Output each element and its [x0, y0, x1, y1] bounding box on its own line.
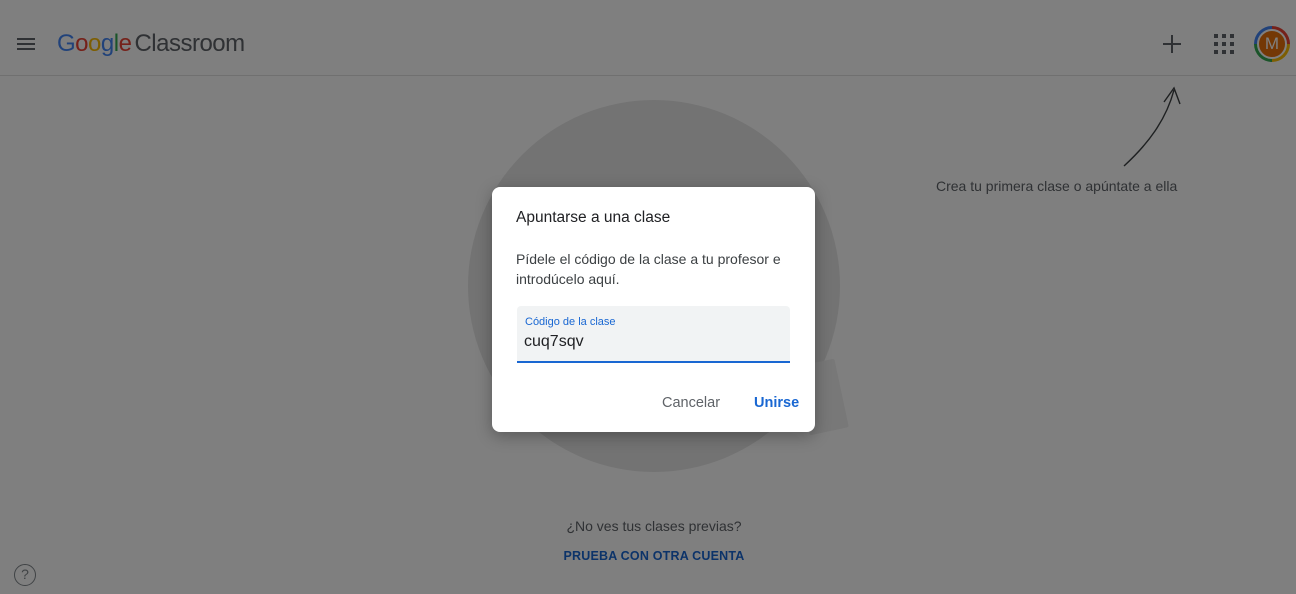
class-code-label: Código de la clase: [525, 316, 616, 328]
class-code-field[interactable]: Código de la clase: [517, 306, 790, 363]
join-button[interactable]: Unirse: [754, 395, 799, 411]
class-code-input[interactable]: [524, 331, 774, 353]
dialog-title: Apuntarse a una clase: [516, 209, 671, 226]
join-class-dialog: Apuntarse a una clase Pídele el código d…: [492, 187, 815, 432]
classroom-app: GoogleClassroom M Crea tu primera clase …: [0, 0, 1296, 594]
dialog-description: Pídele el código de la clase a tu profes…: [516, 251, 781, 287]
cancel-button[interactable]: Cancelar: [662, 395, 720, 411]
